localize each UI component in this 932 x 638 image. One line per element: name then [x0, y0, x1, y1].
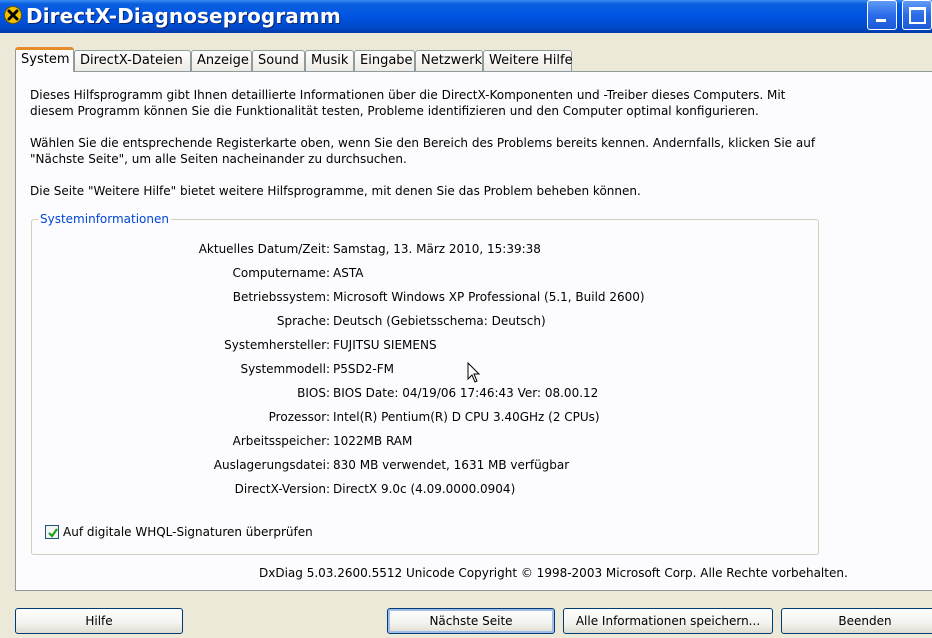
- title-bar[interactable]: DirectX-Diagnoseprogramm: [0, 0, 932, 33]
- info-value: ASTA: [333, 266, 364, 280]
- info-row-processor: Prozessor: Intel(R) Pentium(R) D CPU 3.4…: [32, 410, 820, 426]
- info-value: Deutsch (Gebietsschema: Deutsch): [333, 314, 546, 328]
- info-value: Intel(R) Pentium(R) D CPU 3.40GHz (2 CPU…: [333, 410, 600, 424]
- info-label: Betriebssystem:: [232, 290, 330, 304]
- checkmark-icon: [48, 528, 58, 538]
- info-value: Microsoft Windows XP Professional (5.1, …: [333, 290, 645, 304]
- tab-musik[interactable]: Musik: [305, 50, 354, 71]
- info-label: Sprache:: [276, 314, 330, 328]
- info-row-directx-version: DirectX-Version: DirectX 9.0c (4.09.0000…: [32, 482, 820, 498]
- tab-sound[interactable]: Sound: [252, 50, 305, 71]
- info-label: Computername:: [232, 266, 330, 280]
- directx-icon: [4, 6, 22, 24]
- tab-system[interactable]: System: [15, 47, 74, 72]
- info-row-computername: Computername: ASTA: [32, 266, 820, 282]
- maximize-button[interactable]: [902, 0, 932, 30]
- info-row-bios: BIOS: BIOS Date: 04/19/06 17:46:43 Ver: …: [32, 386, 820, 402]
- info-label: BIOS:: [297, 386, 330, 400]
- window-title: DirectX-Diagnoseprogramm: [26, 4, 341, 28]
- info-row-os: Betriebssystem: Microsoft Windows XP Pro…: [32, 290, 820, 306]
- info-row-memory: Arbeitsspeicher: 1022MB RAM: [32, 434, 820, 450]
- info-row-language: Sprache: Deutsch (Gebietsschema: Deutsch…: [32, 314, 820, 330]
- info-value: 830 MB verwendet, 1631 MB verfügbar: [333, 458, 570, 472]
- info-label: Prozessor:: [268, 410, 330, 424]
- minimize-icon: [876, 19, 886, 22]
- info-label: Arbeitsspeicher:: [232, 434, 330, 448]
- info-row-datetime: Aktuelles Datum/Zeit: Samstag, 13. März …: [32, 242, 820, 258]
- info-value: BIOS Date: 04/19/06 17:46:43 Ver: 08.00.…: [333, 386, 599, 400]
- info-row-model: Systemmodell: P5SD2-FM: [32, 362, 820, 378]
- info-label: Systemhersteller:: [224, 338, 330, 352]
- quit-button[interactable]: Beenden: [781, 608, 932, 634]
- help-button[interactable]: Hilfe: [15, 608, 183, 634]
- whql-checkbox[interactable]: [45, 525, 59, 539]
- maximize-icon: [909, 7, 926, 24]
- info-row-manufacturer: Systemhersteller: FUJITSU SIEMENS: [32, 338, 820, 354]
- whql-checkbox-label[interactable]: Auf digitale WHQL-Signaturen überprüfen: [63, 525, 313, 539]
- info-value: FUJITSU SIEMENS: [333, 338, 437, 352]
- next-page-button[interactable]: Nächste Seite: [387, 608, 555, 634]
- intro-paragraph-2: Wählen Sie die entsprechende Registerkar…: [30, 136, 816, 166]
- info-label: Systemmodell:: [240, 362, 331, 376]
- info-value: 1022MB RAM: [333, 434, 413, 448]
- copyright-text: DxDiag 5.03.2600.5512 Unicode Copyright …: [259, 566, 848, 580]
- save-all-info-button[interactable]: Alle Informationen speichern...: [563, 608, 773, 634]
- system-tab-panel: Dieses Hilfsprogramm gibt Ihnen detailli…: [15, 71, 932, 591]
- intro-paragraph-3: Die Seite "Weitere Hilfe" bietet weitere…: [30, 184, 641, 198]
- minimize-button[interactable]: [867, 0, 897, 30]
- tab-eingabe[interactable]: Eingabe: [354, 50, 415, 71]
- info-label: Aktuelles Datum/Zeit:: [198, 242, 330, 256]
- info-value: DirectX 9.0c (4.09.0000.0904): [333, 482, 516, 496]
- info-value: P5SD2-FM: [333, 362, 394, 376]
- system-info-group-label: Systeminformationen: [38, 212, 171, 226]
- info-label: DirectX-Version:: [234, 482, 330, 496]
- intro-paragraph-1: Dieses Hilfsprogramm gibt Ihnen detailli…: [30, 88, 786, 118]
- mouse-cursor-icon: [467, 362, 481, 383]
- tab-directx-dateien[interactable]: DirectX-Dateien: [74, 50, 191, 71]
- info-label: Auslagerungsdatei:: [213, 458, 330, 472]
- system-info-group: Systeminformationen Aktuelles Datum/Zeit…: [31, 212, 820, 555]
- tab-netzwerk[interactable]: Netzwerk: [415, 50, 483, 71]
- tab-weitere-hilfe[interactable]: Weitere Hilfe: [483, 50, 573, 71]
- tab-anzeige[interactable]: Anzeige: [191, 50, 252, 71]
- info-value: Samstag, 13. März 2010, 15:39:38: [333, 242, 541, 256]
- info-row-pagefile: Auslagerungsdatei: 830 MB verwendet, 163…: [32, 458, 820, 474]
